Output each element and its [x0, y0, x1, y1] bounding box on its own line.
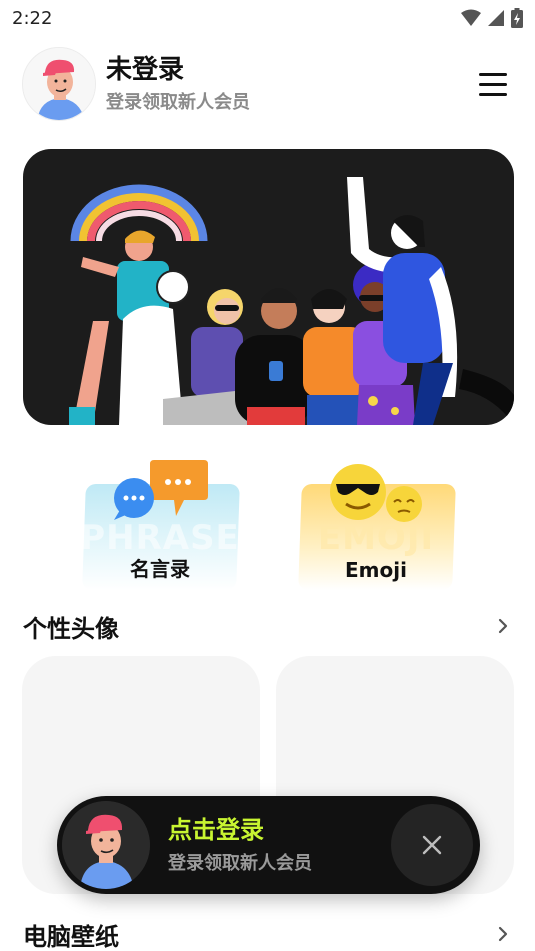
close-button[interactable]: [391, 804, 473, 886]
login-prompt-text[interactable]: 点击登录 登录领取新人会员: [168, 815, 391, 875]
menu-icon: [479, 72, 507, 76]
category-card-phrase[interactable]: PHRASE 名言录: [80, 460, 240, 590]
login-prompt-title: 点击登录: [168, 816, 264, 844]
category-label: Emoji: [345, 558, 407, 582]
login-prompt-bar[interactable]: 点击登录 登录领取新人会员: [57, 796, 480, 894]
login-prompt-subtitle: 登录领取新人会员: [168, 853, 312, 874]
chevron-right-icon[interactable]: [493, 616, 513, 636]
user-info[interactable]: 未登录 登录领取新人会员: [106, 54, 479, 114]
user-avatar-illustration: [23, 48, 95, 120]
avatar[interactable]: [22, 47, 96, 121]
close-icon: [422, 835, 442, 855]
user-avatar-illustration: [62, 801, 150, 889]
section-title: 电脑壁纸: [23, 922, 119, 951]
menu-button[interactable]: [479, 67, 513, 101]
profile-header: 未登录 登录领取新人会员: [22, 46, 513, 122]
section-title: 个性头像: [23, 614, 119, 643]
status-time: 2:22: [12, 7, 53, 29]
group-people-illustration: [69, 177, 514, 425]
category-label: 名言录: [130, 557, 190, 581]
chat-bubbles-icon: [114, 460, 208, 520]
category-watermark: EMOJI: [317, 518, 435, 558]
category-card-emoji[interactable]: EMOJI Emoji: [296, 460, 456, 590]
status-icons: [461, 8, 523, 28]
battery-charging-icon: [511, 8, 523, 28]
category-watermark: PHRASE: [80, 518, 240, 558]
section-header-wallpapers[interactable]: 电脑壁纸: [23, 918, 513, 951]
app-screen: 2:22 未登录 登录领取新人会员 PHRASE 名言录 EMOJI Emoji…: [0, 0, 535, 951]
emoji-faces-icon: [330, 464, 422, 522]
avatar: [62, 801, 150, 889]
user-subtitle: 登录领取新人会员: [106, 92, 250, 113]
section-header-avatars[interactable]: 个性头像: [23, 610, 513, 643]
chevron-right-icon[interactable]: [493, 924, 513, 944]
signal-icon: [488, 10, 504, 26]
hero-banner[interactable]: [23, 149, 514, 425]
user-name: 未登录: [106, 55, 185, 85]
wifi-icon: [461, 9, 481, 26]
status-bar: 2:22: [0, 0, 535, 36]
